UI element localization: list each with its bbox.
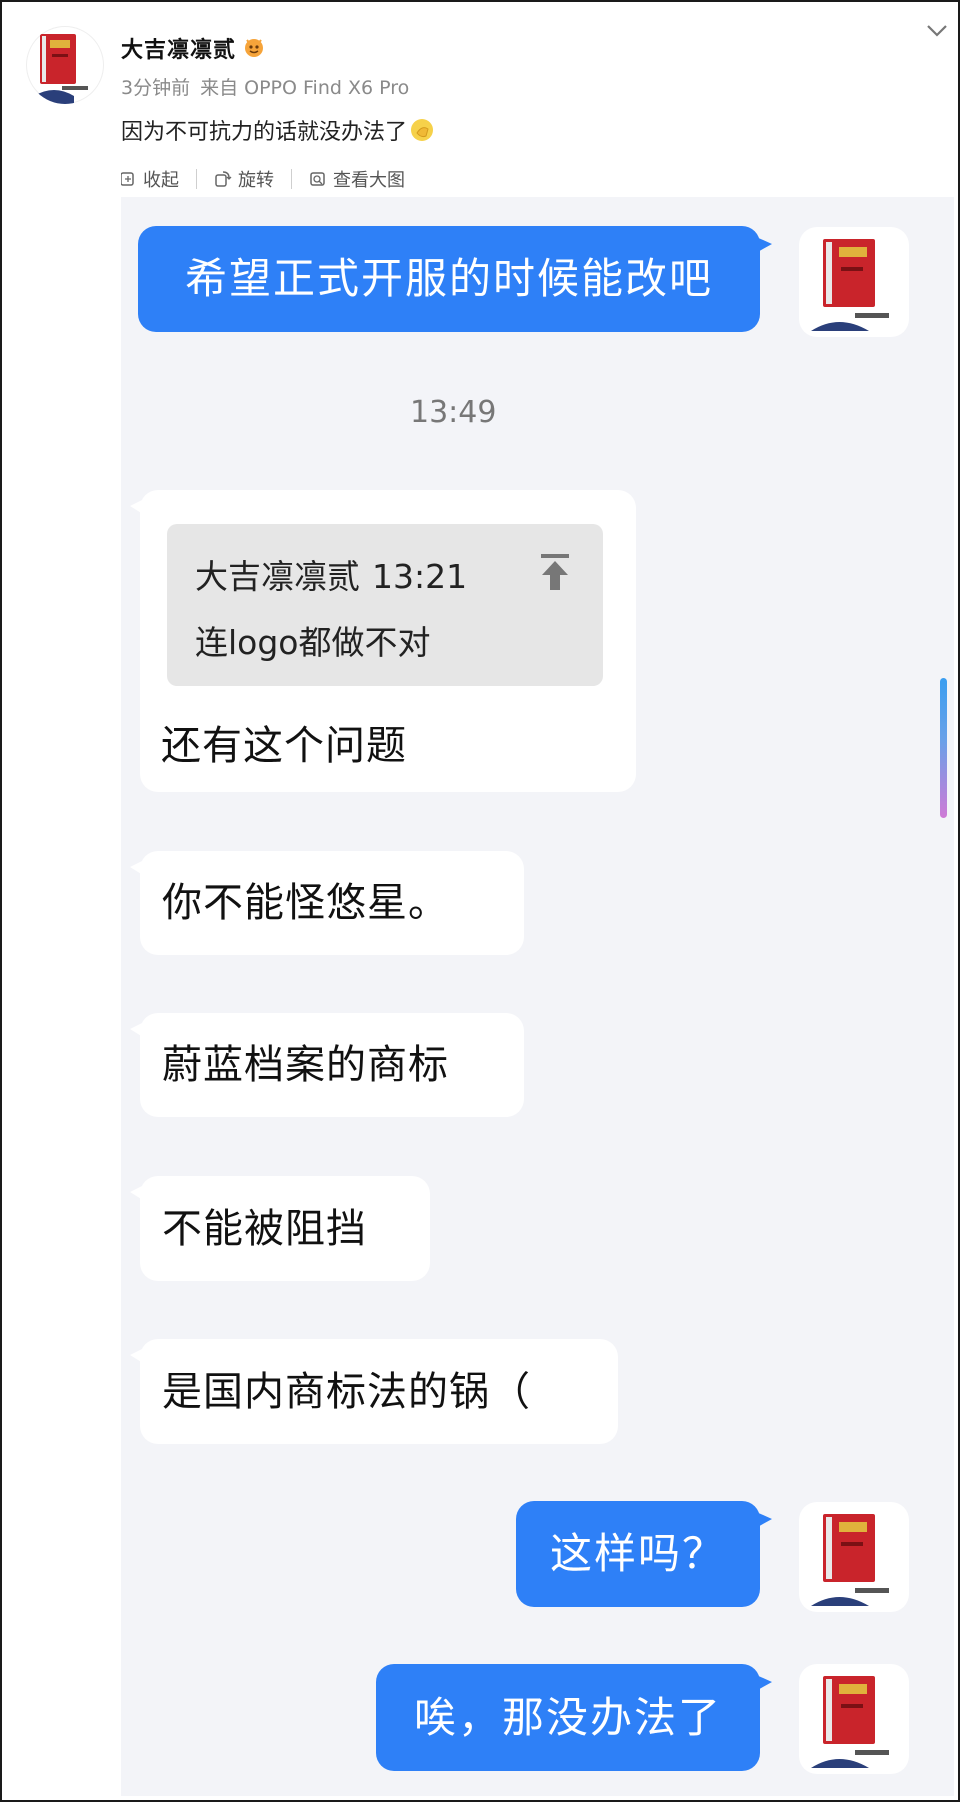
chat-timestamp: 13:49: [410, 395, 497, 430]
message-text: 蔚蓝档案的商标: [162, 1042, 449, 1088]
quote-header: 大吉凛凛贰 13:21: [195, 550, 479, 598]
view-large-button[interactable]: 查看大图: [309, 166, 405, 192]
incoming-message: 不能被阻挡: [130, 1176, 430, 1281]
message-text: 这样吗？: [549, 1529, 726, 1578]
collapse-icon: [120, 172, 134, 186]
quote-time: 13:21: [372, 557, 468, 596]
incoming-message: 是国内商标法的锅（: [130, 1339, 618, 1444]
post-time: 3分钟前: [121, 77, 191, 99]
badge-icon: [245, 39, 263, 57]
message-text: 你不能怪悠星。: [162, 880, 449, 926]
toolbar-divider: [196, 169, 197, 189]
image-margin: [2, 148, 121, 1796]
chat-avatar: [799, 227, 909, 337]
chat-avatar: [799, 1502, 909, 1612]
quoted-message[interactable]: 大吉凛凛贰 13:21 连logo都做不对: [167, 524, 603, 686]
toolbar-divider: [291, 169, 292, 189]
message-text: 唉，那没办法了: [413, 1692, 722, 1742]
post-meta: 3分钟前 来自 OPPO Find X6 Pro: [121, 73, 419, 100]
rotate-label: 旋转: [238, 170, 274, 191]
outgoing-message: 这样吗？: [516, 1501, 772, 1607]
outgoing-message: 希望正式开服的时候能改吧: [138, 226, 772, 332]
chevron-down-icon[interactable]: [926, 24, 948, 38]
rotate-icon: [215, 171, 232, 187]
incoming-message: 蔚蓝档案的商标: [130, 1013, 524, 1117]
quote-sender: 大吉凛凛贰: [195, 557, 360, 596]
reply-text: 还有这个问题: [161, 723, 407, 769]
rotate-button[interactable]: 旋转: [214, 166, 274, 192]
scrollbar[interactable]: [940, 678, 947, 818]
view-large-label: 查看大图: [333, 170, 405, 191]
zoom-image-icon: [310, 172, 325, 186]
collapse-button[interactable]: 收起: [119, 166, 179, 192]
post-text: 因为不可抗力的话就没办法了: [121, 114, 435, 146]
emoji-hand-icon: [411, 119, 434, 141]
jump-to-top-icon[interactable]: [537, 552, 573, 594]
incoming-message: 你不能怪悠星。: [130, 851, 524, 955]
post-text-content: 因为不可抗力的话就没办法了: [121, 120, 408, 145]
message-text: 是国内商标法的锅（: [162, 1368, 531, 1415]
quote-text: 连logo都做不对: [195, 623, 431, 662]
chat-avatar: [799, 1664, 909, 1774]
outgoing-message: 唉，那没办法了: [376, 1664, 772, 1771]
image-toolbar: 收起 旋转 查看大图: [119, 166, 405, 192]
message-text: 希望正式开服的时候能改吧: [184, 254, 713, 303]
username[interactable]: 大吉凛凛贰: [121, 32, 236, 64]
message-text: 不能被阻挡: [162, 1205, 367, 1252]
collapse-label: 收起: [143, 170, 179, 191]
user-avatar[interactable]: [26, 26, 104, 104]
post-source: 来自 OPPO Find X6 Pro: [200, 77, 410, 99]
